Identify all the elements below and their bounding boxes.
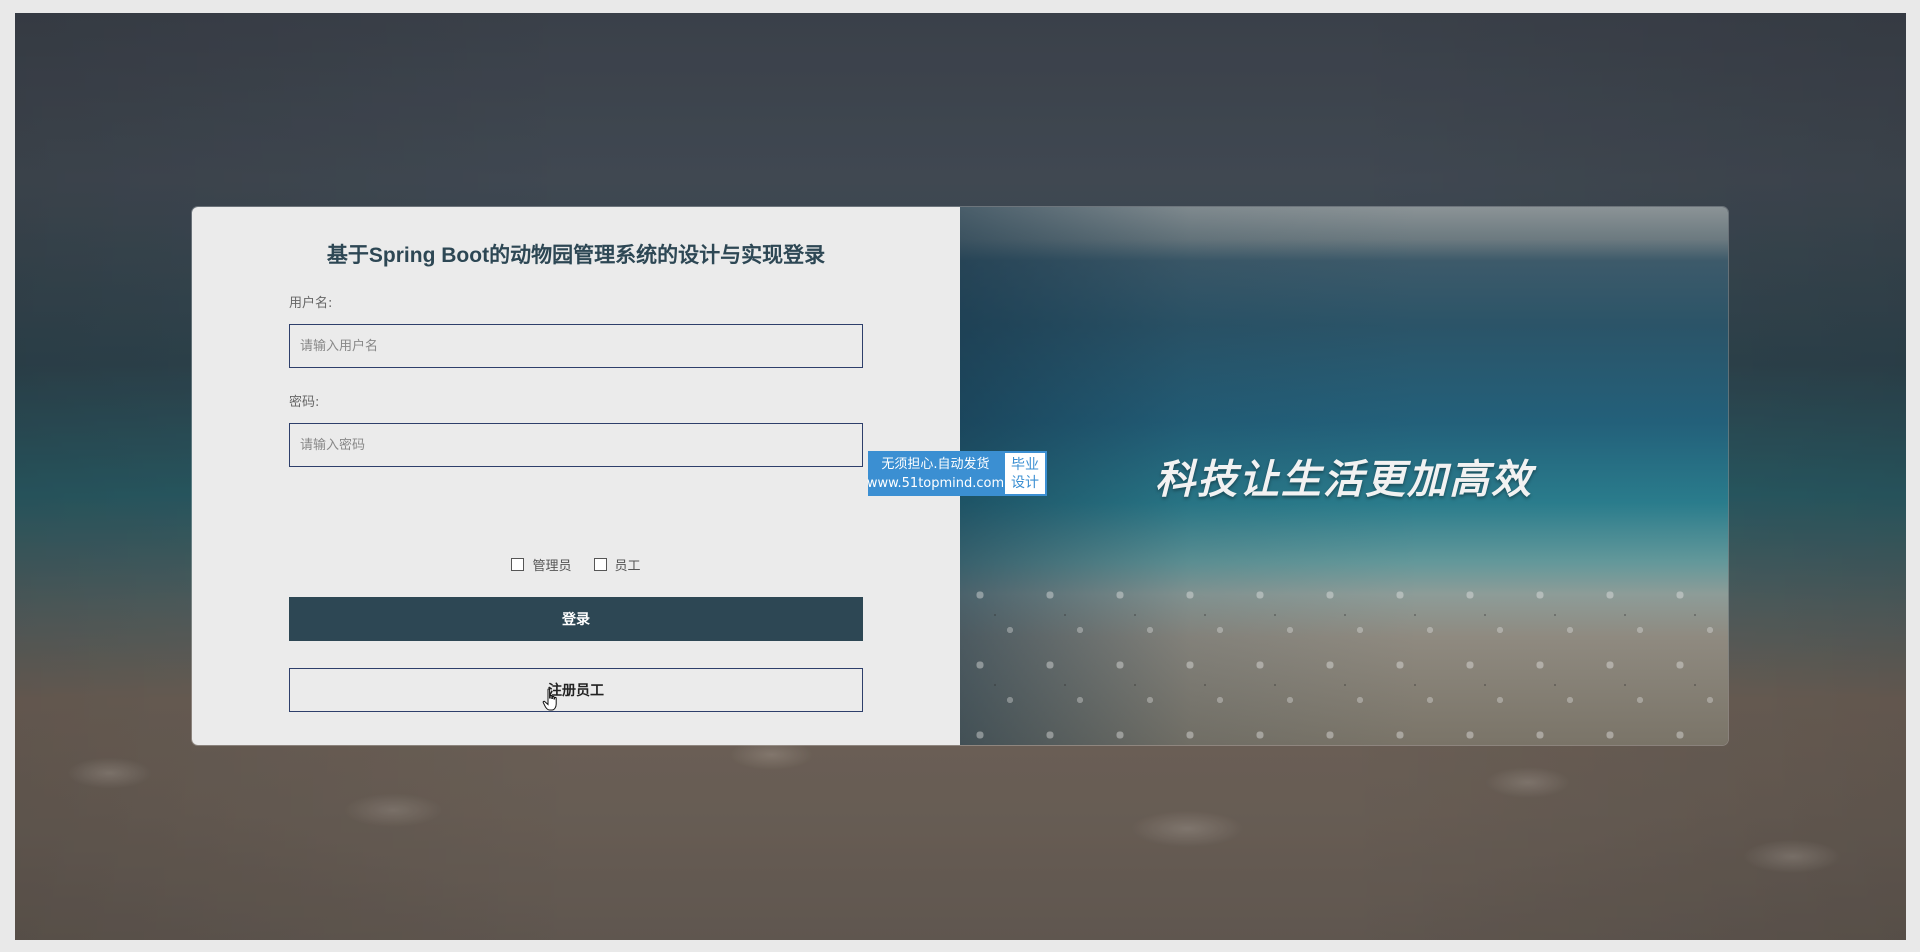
password-label: 密码:: [289, 395, 320, 410]
watermark-side1: 毕业: [1011, 456, 1039, 473]
role-option-staff[interactable]: 员工: [593, 555, 641, 574]
role-selector: 管理员 员工: [192, 555, 960, 574]
watermark-side: 毕业 设计: [1003, 451, 1047, 496]
register-staff-button[interactable]: 注册员工: [289, 668, 863, 712]
staff-checkbox[interactable]: [593, 558, 607, 571]
role-option-admin[interactable]: 管理员: [511, 555, 572, 574]
page-title: 基于Spring Boot的动物园管理系统的设计与实现登录: [326, 244, 826, 267]
watermark-badge: 无须担心.自动发货 www.51topmind.com 毕业 设计: [866, 451, 1047, 496]
login-button[interactable]: 登录: [289, 597, 863, 641]
admin-checkbox[interactable]: [511, 558, 525, 571]
admin-role-label: 管理员: [532, 559, 572, 574]
banner-slogan: 科技让生活更加高效: [1155, 457, 1533, 503]
watermark-side2: 设计: [1011, 474, 1039, 491]
banner-image-panel: 科技让生活更加高效: [960, 207, 1728, 745]
hand-pointer-icon: [542, 688, 557, 711]
watermark-line1: 无须担心.自动发货: [881, 456, 990, 472]
watermark-main: 无须担心.自动发货 www.51topmind.com: [866, 451, 1005, 496]
password-input[interactable]: [289, 423, 863, 467]
staff-role-label: 员工: [614, 559, 641, 574]
login-form-panel: 基于Spring Boot的动物园管理系统的设计与实现登录 用户名: 密码: 管…: [192, 207, 960, 745]
watermark-line2: www.51topmind.com: [866, 475, 1005, 491]
username-label: 用户名:: [289, 296, 333, 311]
beach-umbrellas-decoration: [960, 575, 1728, 745]
username-input[interactable]: [289, 324, 863, 368]
